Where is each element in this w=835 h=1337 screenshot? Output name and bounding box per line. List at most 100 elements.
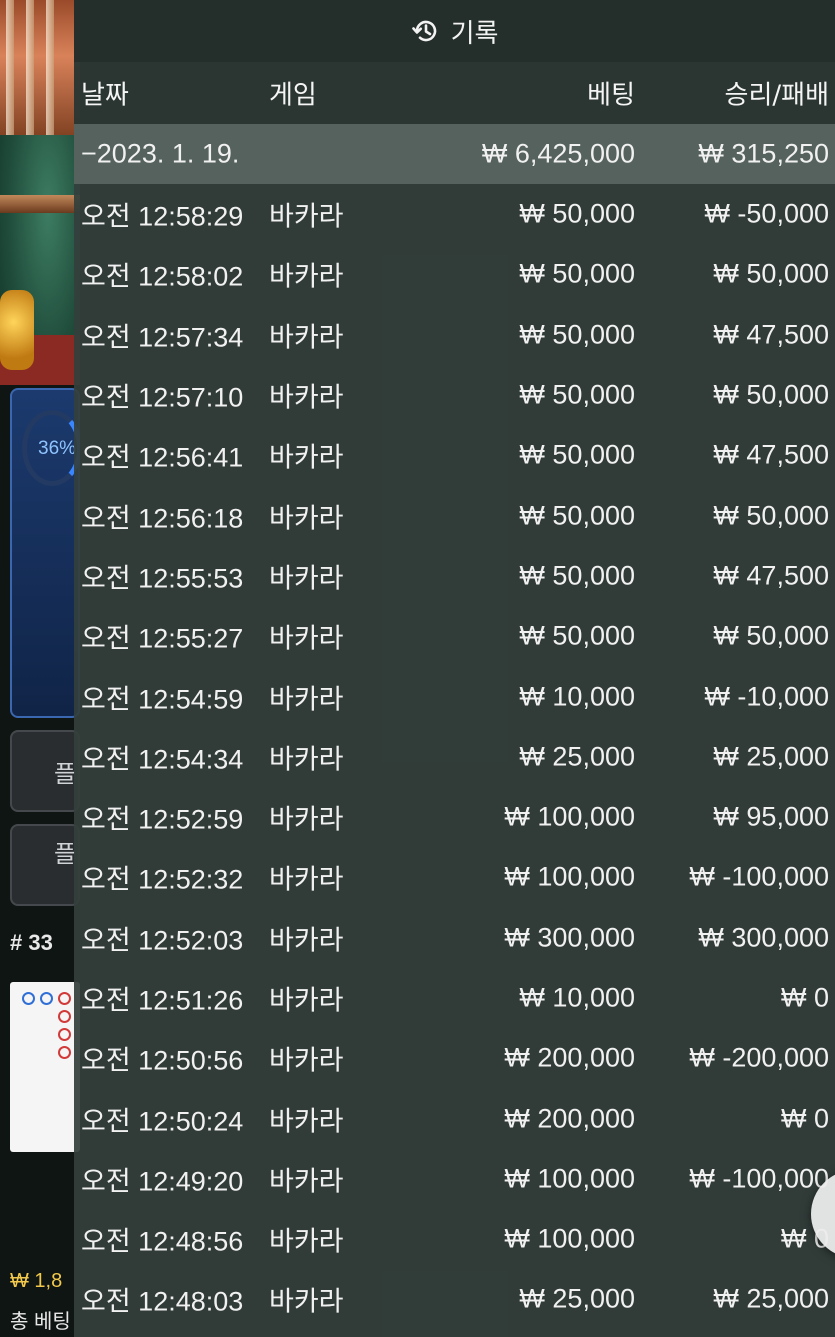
row-time: 오전 12:48:03 [81,1286,244,1317]
table-row[interactable]: 오전 12:57:34 바카라 ₩ 50,000 ₩ 47,500 [74,305,835,365]
row-time: 오전 12:50:24 [81,1106,244,1137]
row-bet: ₩ 300,000 [504,922,635,953]
timer-percent: 36% [38,438,77,459]
row-win-loss: ₩ -100,000 [689,1163,829,1194]
row-win-loss: ₩ 0 [780,982,829,1013]
row-win-loss: ₩ -200,000 [689,1042,829,1073]
table-row[interactable]: 오전 12:57:10 바카라 ₩ 50,000 ₩ 50,000 [74,365,835,425]
table-row[interactable]: 오전 12:58:02 바카라 ₩ 50,000 ₩ 50,000 [74,244,835,304]
row-win-loss: ₩ 50,000 [713,258,829,289]
row-game: 바카라 [269,925,344,956]
row-time: 오전 12:58:02 [81,261,244,292]
row-win-loss: ₩ 50,000 [713,620,829,651]
history-header: 기록 [74,0,835,62]
column-header-win-loss: 승리/패배 [724,80,829,111]
date-summary-row[interactable]: −2023. 1. 19. ₩ 6,425,000 ₩ 315,250 [74,124,835,184]
row-bet: ₩ 100,000 [504,801,635,832]
column-header-date: 날짜 [81,80,129,111]
table-row[interactable]: 오전 12:50:24 바카라 ₩ 200,000 ₩ 0 [74,1088,835,1148]
row-win-loss: ₩ 25,000 [713,741,829,772]
row-bet: ₩ 100,000 [504,1163,635,1194]
row-bet: ₩ 100,000 [504,861,635,892]
balance-text: ₩ 1,8 [10,1270,63,1292]
row-time: 오전 12:52:59 [81,804,244,835]
summary-bet-total: ₩ 6,425,000 [481,138,635,169]
table-row[interactable]: 오전 12:58:29 바카라 ₩ 50,000 ₩ -50,000 [74,184,835,244]
history-title: 기록 [450,18,499,49]
row-game: 바카라 [269,1166,344,1197]
row-bet: ₩ 10,000 [519,982,635,1013]
row-time: 오전 12:56:18 [81,503,244,534]
table-row[interactable]: 오전 12:52:32 바카라 ₩ 100,000 ₩ -100,000 [74,847,835,907]
row-bet: ₩ 50,000 [519,379,635,410]
row-time: 오전 12:56:41 [81,442,244,473]
table-row[interactable]: 오전 12:54:59 바카라 ₩ 10,000 ₩ -10,000 [74,666,835,726]
row-game: 바카라 [269,201,344,232]
row-win-loss: ₩ 47,500 [713,319,829,350]
row-win-loss: ₩ 25,000 [713,1283,829,1314]
row-time: 오전 12:57:34 [81,322,244,353]
row-time: 오전 12:55:53 [81,563,244,594]
screen: 36% 플 플 # 33 ₩ 1,8 총 베팅 기록 날짜 게임 베팅 승리/패… [0,0,835,1337]
history-table: 날짜 게임 베팅 승리/패배 −2023. 1. 19. ₩ 6,425,000… [74,62,835,1330]
row-bet: ₩ 10,000 [519,681,635,712]
row-game: 바카라 [269,623,344,654]
table-ornament [0,290,34,370]
row-bet: ₩ 50,000 [519,258,635,289]
shoe-number: # 33 [10,930,53,955]
summary-date: −2023. 1. 19. [81,138,240,169]
row-game: 바카라 [269,503,344,534]
player-bet-button[interactable]: 플 [10,730,80,812]
column-header-bet: 베팅 [587,80,635,111]
row-bet: ₩ 50,000 [519,560,635,591]
row-bet: ₩ 25,000 [519,741,635,772]
column-header-game: 게임 [269,80,317,111]
row-bet: ₩ 25,000 [519,1283,635,1314]
table-header: 날짜 게임 베팅 승리/패배 [74,62,835,124]
player-pair-button[interactable]: 플 [10,824,80,906]
row-game: 바카라 [269,1045,344,1076]
road-map[interactable] [10,982,80,1152]
row-game: 바카라 [269,684,344,715]
table-row[interactable]: 오전 12:55:27 바카라 ₩ 50,000 ₩ 50,000 [74,606,835,666]
row-game: 바카라 [269,864,344,895]
row-win-loss: ₩ 95,000 [713,801,829,832]
total-bet-text: 총 베팅 [10,1311,71,1333]
row-bet: ₩ 50,000 [519,620,635,651]
row-time: 오전 12:57:10 [81,382,244,413]
row-time: 오전 12:55:27 [81,623,244,654]
row-bet: ₩ 50,000 [519,198,635,229]
row-win-loss: ₩ -50,000 [704,198,829,229]
table-row[interactable]: 오전 12:54:34 바카라 ₩ 25,000 ₩ 25,000 [74,727,835,787]
row-win-loss: ₩ -100,000 [689,861,829,892]
casino-backdrop [0,0,80,140]
table-row[interactable]: 오전 12:55:53 바카라 ₩ 50,000 ₩ 47,500 [74,546,835,606]
table-row[interactable]: 오전 12:56:18 바카라 ₩ 50,000 ₩ 50,000 [74,485,835,545]
row-game: 바카라 [269,804,344,835]
row-time: 오전 12:54:59 [81,684,244,715]
table-row[interactable]: 오전 12:50:56 바카라 ₩ 200,000 ₩ -200,000 [74,1028,835,1088]
row-time: 오전 12:52:03 [81,925,244,956]
row-game: 바카라 [269,382,344,413]
row-game: 바카라 [269,985,344,1016]
table-row[interactable]: 오전 12:52:59 바카라 ₩ 100,000 ₩ 95,000 [74,787,835,847]
row-win-loss: ₩ 50,000 [713,500,829,531]
player-bet-button-label: 플 [54,761,77,788]
table-row[interactable]: 오전 12:48:56 바카라 ₩ 100,000 ₩ 0 [74,1209,835,1269]
row-game: 바카라 [269,442,344,473]
row-win-loss: ₩ 47,500 [713,439,829,470]
table-row[interactable]: 오전 12:48:03 바카라 ₩ 25,000 ₩ 25,000 [74,1269,835,1329]
row-time: 오전 12:58:29 [81,201,244,232]
row-win-loss: ₩ 300,000 [698,922,829,953]
row-bet: ₩ 100,000 [504,1223,635,1254]
table-row[interactable]: 오전 12:56:41 바카라 ₩ 50,000 ₩ 47,500 [74,425,835,485]
row-time: 오전 12:51:26 [81,985,244,1016]
row-time: 오전 12:54:34 [81,744,244,775]
row-time: 오전 12:52:32 [81,864,244,895]
player-pair-button-label: 플 [54,841,77,868]
row-win-loss: ₩ 50,000 [713,379,829,410]
table-row[interactable]: 오전 12:51:26 바카라 ₩ 10,000 ₩ 0 [74,968,835,1028]
table-row[interactable]: 오전 12:52:03 바카라 ₩ 300,000 ₩ 300,000 [74,908,835,968]
table-row[interactable]: 오전 12:49:20 바카라 ₩ 100,000 ₩ -100,000 [74,1149,835,1209]
row-time: 오전 12:48:56 [81,1226,244,1257]
